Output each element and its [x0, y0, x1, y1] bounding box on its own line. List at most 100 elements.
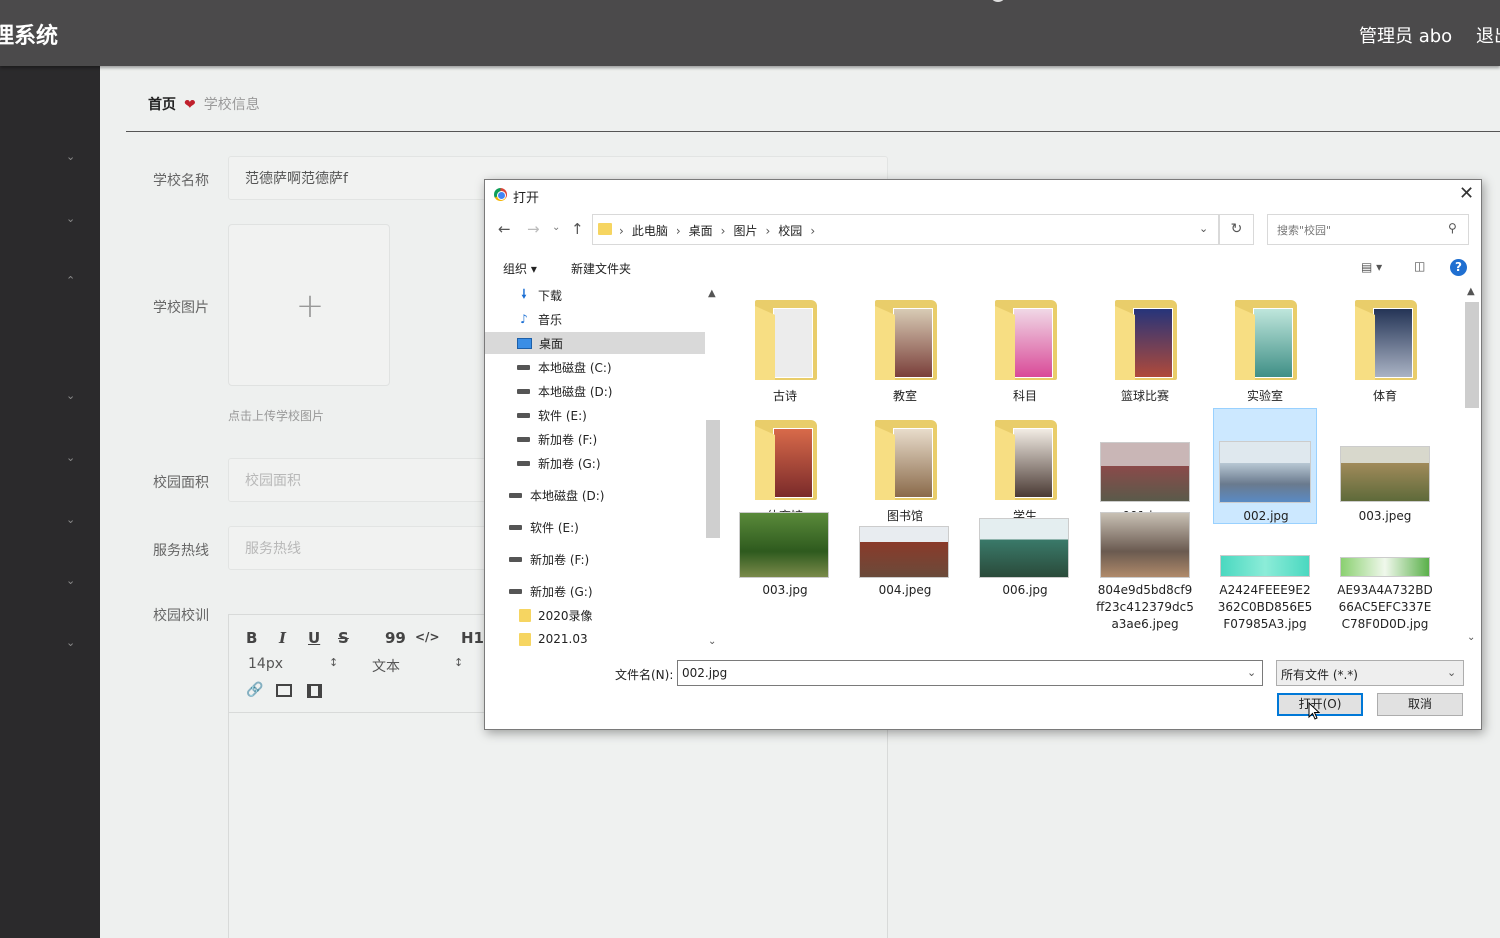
file-item[interactable]: 体育馆	[733, 408, 837, 524]
chevron-down-icon[interactable]: ⌄	[66, 636, 75, 649]
hotline-label: 服务热线	[153, 543, 209, 559]
folder-icon	[755, 300, 817, 380]
open-button[interactable]: 打开(O)	[1277, 693, 1363, 716]
scrollbar-thumb[interactable]	[1465, 302, 1479, 408]
file-item[interactable]: 篮球比赛	[1093, 288, 1197, 404]
recent-chevron-icon[interactable]: ⌄	[552, 222, 560, 233]
strikethrough-button[interactable]: S	[338, 629, 349, 647]
logout-link[interactable]: 退出	[1476, 22, 1500, 48]
tree-item[interactable]: 本地磁盘 (D:)	[517, 380, 612, 402]
format-select[interactable]: 文本	[372, 656, 400, 676]
file-item[interactable]: 006.jpg	[973, 510, 1077, 626]
chevron-down-icon[interactable]: ⌄	[1199, 222, 1208, 235]
tree-item[interactable]: 新加卷 (F:)	[517, 428, 597, 450]
scroll-up-icon[interactable]: ▲	[708, 288, 716, 299]
italic-button[interactable]: I	[279, 629, 286, 647]
breadcrumb-home[interactable]: 首页	[148, 97, 176, 113]
chevron-down-icon[interactable]: ⌄	[66, 150, 75, 163]
file-name: A2424FEEE9E2362C0BD856E5F07985A3.jpg	[1217, 583, 1313, 631]
file-item[interactable]: AE93A4A732BD66AC5EFC337EC78F0D0D.jpg	[1333, 510, 1437, 631]
tree-item[interactable]: 软件 (E:)	[517, 404, 587, 426]
tree-item[interactable]: 🠗 下载	[517, 284, 562, 306]
chrome-icon	[494, 188, 507, 201]
chevron-down-icon[interactable]: ⌄	[1247, 666, 1256, 679]
code-button[interactable]: </>	[415, 630, 440, 644]
search-input[interactable]: 搜索"校园" ⚲	[1267, 214, 1469, 245]
tree-item[interactable]: 2021.03	[519, 628, 588, 650]
close-icon[interactable]: ✕	[1459, 183, 1474, 204]
file-grid-scrollbar[interactable]: ▲ ⌄	[1465, 286, 1479, 644]
breadcrumb-divider	[126, 131, 1500, 132]
up-arrow-icon[interactable]: ↑	[571, 220, 584, 238]
file-item[interactable]: 科目	[973, 288, 1077, 404]
file-item[interactable]: 体育	[1333, 288, 1437, 404]
chevron-down-icon[interactable]: ⌄	[66, 574, 75, 587]
address-bar[interactable]: › 此电脑 › 桌面 › 图片 › 校园 › ⌄	[592, 214, 1219, 245]
scroll-down-icon[interactable]: ⌄	[708, 636, 716, 647]
path-crumb[interactable]: 此电脑	[632, 224, 668, 238]
tree-item[interactable]: 2020录像	[519, 604, 593, 626]
image-upload-box[interactable]: +	[228, 224, 390, 386]
tree-item[interactable]: 新加卷 (G:)	[517, 452, 601, 474]
image-icon[interactable]	[276, 684, 292, 697]
file-item[interactable]: 003.jpg	[733, 510, 837, 626]
filename-label: 文件名(N):	[615, 668, 674, 682]
chevron-up-icon[interactable]: ⌃	[66, 274, 75, 287]
drive-icon	[509, 556, 522, 562]
file-item-selected[interactable]: 002.jpg	[1213, 408, 1317, 524]
tree-item[interactable]: ♪ 音乐	[517, 308, 562, 330]
chevron-down-icon[interactable]: ⌄	[66, 451, 75, 464]
chevron-down-icon[interactable]: ⌄	[66, 513, 75, 526]
tree-scrollbar[interactable]	[706, 420, 720, 538]
tree-item[interactable]: 本地磁盘 (C:)	[517, 356, 612, 378]
heading-button[interactable]: H1	[461, 629, 484, 647]
file-item[interactable]: 图书馆	[853, 408, 957, 524]
file-item[interactable]: 804e9d5bd8cf9ff23c412379dc5a3ae6.jpeg	[1093, 510, 1197, 631]
file-item[interactable]: A2424FEEE9E2362C0BD856E5F07985A3.jpg	[1213, 510, 1317, 631]
file-item[interactable]: 教室	[853, 288, 957, 404]
underline-button[interactable]: U	[308, 629, 320, 647]
back-arrow-icon[interactable]: ←	[498, 220, 511, 238]
filetype-select[interactable]: 所有文件 (*.*) ⌄	[1276, 660, 1464, 686]
tree-item-desktop[interactable]: 桌面	[485, 332, 705, 354]
folder-icon	[875, 420, 937, 500]
link-icon[interactable]: 🔗	[246, 682, 263, 698]
tree-item[interactable]: 软件 (E:)	[509, 516, 579, 538]
bold-button[interactable]: B	[246, 629, 257, 647]
folder-preview	[1373, 308, 1413, 378]
search-placeholder: 搜索"校园"	[1277, 224, 1332, 237]
cancel-button[interactable]: 取消	[1377, 693, 1463, 716]
tree-item[interactable]: 新加卷 (F:)	[509, 548, 589, 570]
chevron-down-icon[interactable]: ⌄	[66, 212, 75, 225]
file-item[interactable]: 001.jpg	[1093, 408, 1197, 524]
file-item[interactable]: 学生	[973, 408, 1077, 524]
tree-item[interactable]: 本地磁盘 (D:)	[509, 484, 604, 506]
path-crumb[interactable]: 图片	[733, 224, 757, 238]
forward-arrow-icon[interactable]: →	[527, 220, 540, 238]
scroll-up-icon[interactable]: ▲	[1467, 286, 1475, 297]
video-icon[interactable]	[307, 684, 322, 698]
font-size-select[interactable]: 14px	[248, 656, 283, 672]
help-icon[interactable]: ?	[1450, 259, 1467, 276]
quote-button[interactable]: 99	[385, 629, 406, 647]
path-crumb[interactable]: 校园	[778, 224, 802, 238]
path-crumb[interactable]: 桌面	[689, 224, 713, 238]
chevron-down-icon[interactable]: ⌄	[66, 389, 75, 402]
file-item[interactable]: 004.jpeg	[853, 510, 957, 626]
user-name[interactable]: 管理员 abo	[1359, 22, 1452, 48]
file-item[interactable]: 实验室	[1213, 288, 1317, 404]
top-notch	[990, 0, 1006, 2]
tree-item-label: 软件 (E:)	[530, 520, 579, 535]
tree-item[interactable]: 新加卷 (G:)	[509, 580, 593, 602]
filename-input[interactable]: 002.jpg ⌄	[677, 660, 1263, 686]
refresh-button[interactable]: ↻	[1219, 214, 1254, 245]
view-mode-icon[interactable]: ▤ ▾	[1361, 260, 1382, 274]
preview-pane-icon[interactable]: ◫	[1414, 259, 1425, 273]
file-item[interactable]: 古诗	[733, 288, 837, 404]
file-item[interactable]: 003.jpeg	[1333, 408, 1437, 524]
font-size-arrows-icon[interactable]: ↕	[329, 656, 338, 669]
new-folder-button[interactable]: 新建文件夹	[571, 260, 631, 277]
scroll-down-icon[interactable]: ⌄	[1467, 632, 1475, 643]
organize-menu[interactable]: 组织 ▾	[503, 260, 537, 277]
format-arrows-icon[interactable]: ↕	[454, 656, 463, 669]
